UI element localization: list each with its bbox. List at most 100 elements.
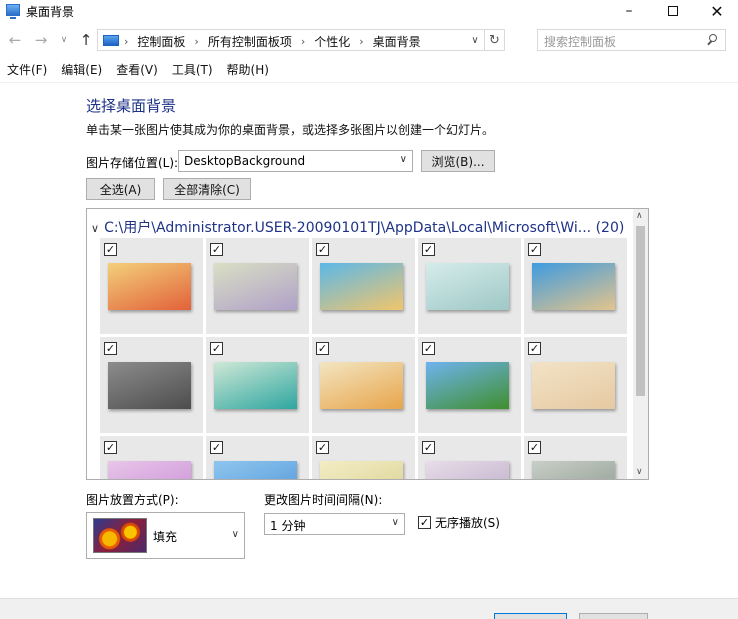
wallpaper-thumbnail[interactable]	[320, 461, 403, 479]
wallpaper-checkbox[interactable]: ✓	[422, 342, 435, 355]
wallpaper-tile[interactable]: ✓	[312, 436, 415, 479]
location-select[interactable]: DesktopBackground ∨	[178, 150, 413, 172]
wallpaper-tile[interactable]: ✓	[206, 436, 309, 479]
chevron-down-icon: ∨	[231, 529, 239, 540]
wallpaper-thumbnail[interactable]	[532, 461, 615, 479]
menu-file[interactable]: 文件(F)	[7, 60, 47, 80]
wallpaper-tile[interactable]: ✓	[206, 238, 309, 334]
wallpaper-thumbnail[interactable]	[214, 362, 297, 409]
shuffle-checkbox[interactable]: ✓	[418, 516, 431, 529]
chevron-down-icon: ∨	[399, 154, 407, 165]
wallpaper-thumbnail[interactable]	[426, 362, 509, 409]
wallpaper-thumbnail[interactable]	[214, 461, 297, 479]
wallpaper-tile[interactable]: ✓	[524, 436, 627, 479]
wallpaper-thumbnail[interactable]	[426, 263, 509, 310]
recent-locations-button[interactable]: ∨	[58, 30, 70, 50]
address-dropdown-button[interactable]: ∨	[468, 33, 482, 47]
up-button[interactable]: ↑	[77, 30, 95, 50]
footer-bar	[0, 598, 738, 619]
wallpaper-thumbnail[interactable]	[320, 263, 403, 310]
wallpaper-checkbox[interactable]: ✓	[422, 243, 435, 256]
wallpaper-thumbnail[interactable]	[214, 263, 297, 310]
wallpaper-checkbox[interactable]: ✓	[104, 441, 117, 454]
wallpaper-checkbox[interactable]: ✓	[104, 342, 117, 355]
navigation-bar: ← → ∨ ↑ › 控制面板 › 所有控制面板项 › 个性化 › 桌面背景 ∨ …	[0, 27, 738, 55]
wallpaper-thumbnail[interactable]	[532, 263, 615, 310]
wallpaper-tile[interactable]: ✓	[206, 337, 309, 433]
wallpaper-tile[interactable]: ✓	[524, 337, 627, 433]
wallpaper-checkbox[interactable]: ✓	[528, 342, 541, 355]
wallpaper-tile[interactable]: ✓	[312, 238, 415, 334]
minimize-button[interactable]: –	[606, 0, 652, 22]
wallpaper-thumbnail[interactable]	[108, 263, 191, 310]
wallpaper-checkbox[interactable]: ✓	[316, 441, 329, 454]
menu-help[interactable]: 帮助(H)	[227, 60, 269, 80]
picture-position-select[interactable]: 填充 ∨	[86, 512, 245, 559]
wallpaper-tile[interactable]: ✓	[524, 238, 627, 334]
vertical-scrollbar[interactable]: ∧ ∨	[633, 209, 648, 479]
wallpaper-thumbnail[interactable]	[532, 362, 615, 409]
wallpaper-thumbnail[interactable]	[108, 362, 191, 409]
group-header[interactable]: ∨ C:\用户\Administrator.USER-20090101TJ\App…	[91, 217, 624, 237]
breadcrumb-personalization[interactable]: 个性化	[314, 33, 350, 50]
wallpaper-checkbox[interactable]: ✓	[210, 342, 223, 355]
wallpaper-checkbox[interactable]: ✓	[210, 441, 223, 454]
shuffle-label[interactable]: 无序播放(S)	[435, 514, 500, 531]
wallpaper-tile[interactable]: ✓	[418, 436, 521, 479]
forward-button[interactable]: →	[32, 30, 50, 50]
search-input[interactable]: 搜索控制面板	[544, 33, 616, 50]
wallpaper-tile[interactable]: ✓	[418, 238, 521, 334]
refresh-button[interactable]: ↻	[484, 30, 504, 50]
browse-button[interactable]: 浏览(B)...	[421, 150, 495, 172]
wallpaper-checkbox[interactable]: ✓	[210, 243, 223, 256]
breadcrumb-all-items[interactable]: 所有控制面板项	[208, 33, 292, 50]
select-all-button[interactable]: 全选(A)	[86, 178, 155, 200]
save-changes-button[interactable]	[494, 613, 567, 619]
collapse-chevron-icon[interactable]: ∨	[91, 222, 99, 235]
wallpaper-checkbox[interactable]: ✓	[316, 243, 329, 256]
menu-view[interactable]: 查看(V)	[116, 60, 158, 80]
interval-select[interactable]: 1 分钟 ∨	[264, 513, 405, 535]
breadcrumb-control-panel[interactable]: 控制面板	[137, 33, 185, 50]
breadcrumb-separator: ›	[124, 35, 129, 48]
menu-tools[interactable]: 工具(T)	[172, 60, 213, 80]
breadcrumb-separator: ›	[359, 35, 364, 48]
position-preview-image	[93, 518, 147, 553]
shuffle-option[interactable]: ✓ 无序播放(S)	[418, 514, 500, 531]
cancel-button[interactable]	[579, 613, 648, 619]
window-title: 桌面背景	[26, 5, 75, 19]
wallpaper-checkbox[interactable]: ✓	[422, 441, 435, 454]
scrollbar-thumb[interactable]	[636, 226, 645, 396]
search-box[interactable]: 搜索控制面板	[537, 29, 726, 51]
wallpaper-tile[interactable]: ✓	[418, 337, 521, 433]
breadcrumb: › 控制面板 › 所有控制面板项 › 个性化 › 桌面背景	[124, 33, 421, 50]
wallpaper-checkbox[interactable]: ✓	[528, 243, 541, 256]
wallpaper-thumbnail[interactable]	[320, 362, 403, 409]
breadcrumb-separator: ›	[194, 35, 199, 48]
interval-label: 更改图片时间间隔(N):	[264, 493, 383, 507]
wallpaper-checkbox[interactable]: ✓	[316, 342, 329, 355]
scroll-up-arrow-icon[interactable]: ∧	[636, 211, 643, 221]
wallpaper-tile[interactable]: ✓	[100, 337, 203, 433]
wallpaper-tile[interactable]: ✓	[100, 238, 203, 334]
address-bar[interactable]: › 控制面板 › 所有控制面板项 › 个性化 › 桌面背景 ∨ ↻	[97, 29, 505, 51]
menu-edit[interactable]: 编辑(E)	[61, 60, 102, 80]
wallpaper-thumbnail[interactable]	[108, 461, 191, 479]
close-button[interactable]: ✕	[694, 0, 738, 22]
clear-all-button[interactable]: 全部清除(C)	[163, 178, 251, 200]
picture-position-value: 填充	[153, 530, 178, 544]
wallpaper-tile[interactable]: ✓	[100, 436, 203, 479]
back-button[interactable]: ←	[6, 30, 24, 50]
wallpaper-checkbox[interactable]: ✓	[104, 243, 117, 256]
location-value: DesktopBackground	[184, 154, 306, 168]
scroll-down-arrow-icon[interactable]: ∨	[636, 467, 643, 477]
breadcrumb-desktop-background[interactable]: 桌面背景	[373, 33, 421, 50]
location-label: 图片存储位置(L):	[86, 156, 179, 170]
maximize-button[interactable]	[650, 0, 696, 22]
wallpaper-thumbnail[interactable]	[426, 461, 509, 479]
interval-value: 1 分钟	[270, 519, 306, 533]
picture-gallery[interactable]: ∨ C:\用户\Administrator.USER-20090101TJ\App…	[86, 208, 649, 480]
wallpaper-checkbox[interactable]: ✓	[528, 441, 541, 454]
search-icon[interactable]	[707, 33, 719, 47]
wallpaper-tile[interactable]: ✓	[312, 337, 415, 433]
